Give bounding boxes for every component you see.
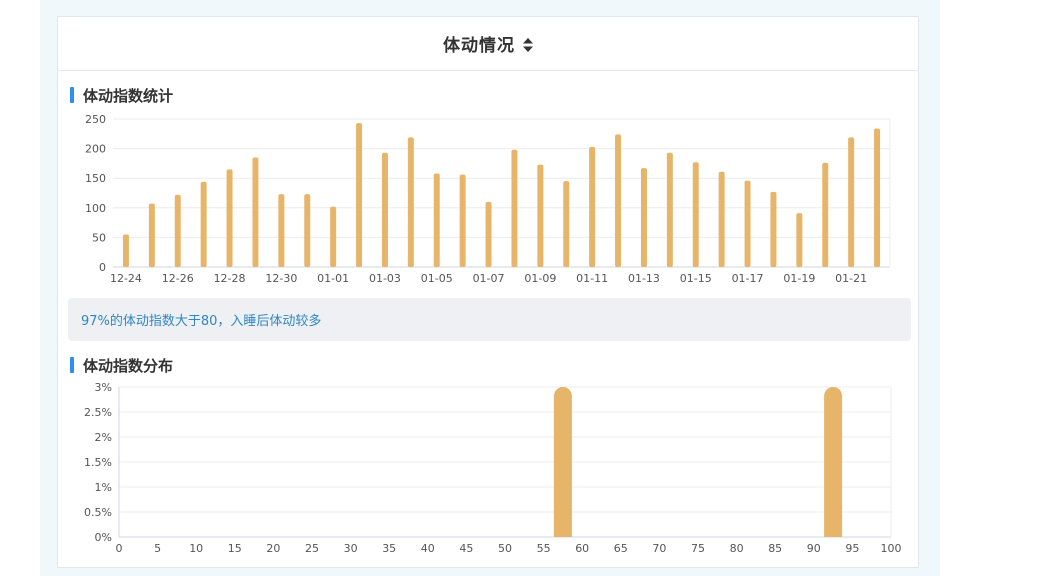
x-tick-label: 12-24 <box>110 272 142 285</box>
x-tick-label: 50 <box>498 542 512 555</box>
data-bar <box>200 181 207 267</box>
card-title: 体动情况 <box>443 36 515 56</box>
section-accent-bar <box>70 357 74 373</box>
movement-distribution-chart: 0% 0.5% 1% 1.5% 2% 2.5% 3% 0 5 10 15 20 25 30 35 40 45 50… <box>84 381 902 555</box>
y-tick-label: 150 <box>85 172 106 185</box>
x-tick-label: 10 <box>189 542 203 555</box>
x-tick-label: 01-03 <box>369 272 401 285</box>
x-tick-label: 15 <box>228 542 242 555</box>
card-header[interactable]: 体动情况 <box>58 17 918 71</box>
x-tick-label: 12-28 <box>214 272 246 285</box>
x-tick-label: 01-17 <box>732 272 764 285</box>
y-tick-label: 100 <box>85 202 106 215</box>
data-bar <box>226 169 233 267</box>
data-bar <box>485 201 492 267</box>
sleep-movement-card: 体动情况 体动指数统计 0 50 100 150 200 250 12-24 12-26 12-… <box>57 16 919 568</box>
y-tick-label: 250 <box>85 113 106 126</box>
x-tick-label: 20 <box>266 542 280 555</box>
data-bar <box>822 162 829 267</box>
summary-note: 97%的体动指数大于80，入睡后体动较多 <box>68 298 911 341</box>
data-bar <box>381 152 388 267</box>
data-bar <box>459 174 466 267</box>
x-tick-label: 35 <box>382 542 396 555</box>
data-bar <box>174 194 181 267</box>
data-bar <box>122 234 129 267</box>
movement-index-bar-chart: 0 50 100 150 200 250 12-24 12-26 12-28 12-30 01-01… <box>85 113 891 285</box>
y-tick-label: 50 <box>92 231 106 244</box>
x-tick-label: 01-05 <box>421 272 453 285</box>
data-bar <box>589 146 596 267</box>
data-bar <box>407 137 414 267</box>
data-bar <box>433 173 440 267</box>
data-bar <box>640 168 647 267</box>
data-bar <box>718 171 725 267</box>
data-bar <box>278 194 285 267</box>
x-tick-label: 01-07 <box>473 272 505 285</box>
y-tick-label: 0.5% <box>84 506 112 519</box>
y-tick-label: 1% <box>95 481 112 494</box>
x-tick-label: 01-21 <box>835 272 867 285</box>
x-tick-label: 85 <box>768 542 782 555</box>
section-label: 体动指数分布 <box>83 356 174 375</box>
x-tick-label: 01-01 <box>317 272 349 285</box>
data-bar <box>148 203 155 267</box>
y-tick-label: 0 <box>99 261 106 274</box>
x-tick-label: 01-09 <box>524 272 556 285</box>
x-tick-label: 5 <box>154 542 161 555</box>
data-bar <box>537 164 544 267</box>
x-tick-label: 95 <box>845 542 859 555</box>
data-bar <box>511 149 518 267</box>
section-title-statistics: 体动指数统计 <box>70 86 174 105</box>
data-bar <box>874 128 881 267</box>
y-tick-label: 200 <box>85 143 106 156</box>
x-tick-label: 70 <box>652 542 666 555</box>
data-bar <box>356 123 363 267</box>
section-accent-bar <box>70 87 74 103</box>
data-bar <box>770 191 777 267</box>
x-tick-label: 55 <box>537 542 551 555</box>
summary-note-text: 97%的体动指数大于80，入睡后体动较多 <box>81 314 322 329</box>
y-tick-label: 0% <box>95 531 112 544</box>
data-bar <box>848 137 855 267</box>
data-bar <box>744 180 751 267</box>
x-tick-label: 25 <box>305 542 319 555</box>
section-title-distribution: 体动指数分布 <box>70 356 174 375</box>
x-tick-label: 12-26 <box>162 272 194 285</box>
data-bar <box>796 213 803 267</box>
sort-icon[interactable] <box>523 37 533 52</box>
x-tick-label: 90 <box>807 542 821 555</box>
distribution-bar <box>824 387 843 537</box>
data-bar <box>252 157 259 267</box>
distribution-bar <box>553 387 572 537</box>
data-bar <box>666 152 673 267</box>
y-tick-label: 1.5% <box>84 456 112 469</box>
x-tick-label: 0 <box>116 542 123 555</box>
section-label: 体动指数统计 <box>83 86 174 105</box>
x-tick-label: 75 <box>691 542 705 555</box>
y-tick-label: 2% <box>95 431 112 444</box>
data-bar <box>330 206 337 267</box>
x-tick-label: 65 <box>614 542 628 555</box>
data-bar <box>563 181 570 267</box>
data-bar <box>615 134 622 267</box>
x-tick-label: 60 <box>575 542 589 555</box>
x-tick-label: 01-11 <box>576 272 608 285</box>
y-tick-label: 2.5% <box>84 406 112 419</box>
x-tick-label: 80 <box>730 542 744 555</box>
x-tick-label: 100 <box>881 542 902 555</box>
data-bar <box>692 162 699 267</box>
x-tick-label: 45 <box>459 542 473 555</box>
x-tick-label: 01-15 <box>680 272 712 285</box>
x-tick-label: 01-13 <box>628 272 660 285</box>
x-tick-label: 30 <box>344 542 358 555</box>
y-tick-label: 3% <box>95 381 112 394</box>
x-tick-label: 40 <box>421 542 435 555</box>
x-tick-label: 01-19 <box>783 272 815 285</box>
data-bar <box>304 194 311 267</box>
x-tick-label: 12-30 <box>265 272 297 285</box>
